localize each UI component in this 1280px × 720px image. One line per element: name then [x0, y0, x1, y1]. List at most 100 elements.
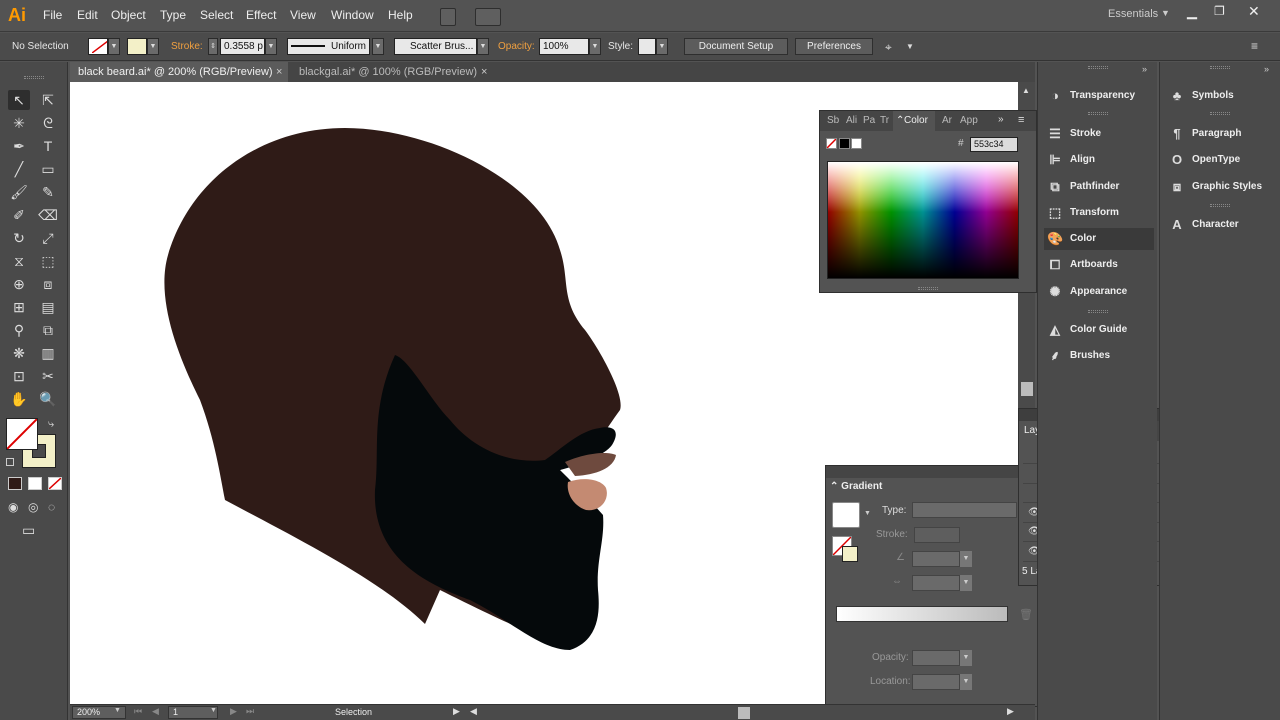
tab-swatches[interactable]: Sb: [827, 115, 839, 126]
menu-select[interactable]: Select: [200, 8, 233, 22]
angle-dropdown[interactable]: ▼: [960, 551, 972, 567]
white-swatch[interactable]: [851, 138, 862, 149]
close-tab-icon[interactable]: ×: [276, 62, 282, 82]
panel-graphic-styles[interactable]: ⧈ Graphic Styles: [1166, 176, 1276, 198]
panel-stroke[interactable]: ☰ Stroke: [1044, 123, 1154, 145]
close-tab-icon[interactable]: ×: [481, 62, 487, 82]
preferences-button[interactable]: Preferences: [795, 38, 873, 55]
scroll-thumb[interactable]: [1021, 382, 1033, 396]
pencil-tool-icon[interactable]: ✎: [37, 182, 59, 202]
panel-menu-icon[interactable]: ≡: [1251, 39, 1258, 53]
variable-width-profile[interactable]: Uniform: [287, 38, 370, 55]
rotate-tool-icon[interactable]: ↻: [8, 228, 30, 248]
status-menu-icon[interactable]: ▶: [453, 706, 460, 717]
collapse-icon[interactable]: »: [1142, 64, 1147, 74]
perspective-grid-tool-icon[interactable]: ⧈: [37, 274, 59, 294]
free-transform-tool-icon[interactable]: ⬚: [37, 251, 59, 271]
paintbrush-tool-icon[interactable]: 🖌: [8, 182, 30, 202]
menu-view[interactable]: View: [290, 8, 316, 22]
chevron-down-icon[interactable]: ▼: [210, 707, 217, 714]
menu-help[interactable]: Help: [388, 8, 413, 22]
panel-grip[interactable]: [24, 76, 44, 79]
stroke-weight-dropdown[interactable]: ▼: [265, 38, 277, 55]
menu-type[interactable]: Type: [160, 8, 186, 22]
panel-transform[interactable]: ⬚ Transform: [1044, 202, 1154, 224]
eyedropper-tool-icon[interactable]: ⚲: [8, 320, 30, 340]
minimize-icon[interactable]: ▁: [1187, 4, 1197, 20]
none-swatch[interactable]: [826, 138, 837, 149]
fill-swatch[interactable]: [88, 38, 108, 55]
angle-field[interactable]: [912, 551, 960, 567]
prev-artboard-icon[interactable]: ◀: [152, 706, 159, 717]
opacity-field[interactable]: 100%: [539, 38, 589, 55]
draw-inside-icon[interactable]: ◌: [48, 500, 55, 514]
black-swatch[interactable]: [839, 138, 850, 149]
delete-stop-icon[interactable]: 🗑: [1019, 608, 1033, 621]
blob-brush-tool-icon[interactable]: ✐: [8, 205, 30, 225]
stroke-label[interactable]: Stroke:: [171, 41, 203, 52]
first-artboard-icon[interactable]: ⏮: [134, 706, 142, 717]
panel-opentype[interactable]: O OpenType: [1166, 149, 1276, 171]
panel-color[interactable]: 🎨 Color: [1044, 228, 1154, 250]
lasso-tool-icon[interactable]: ᘓ: [37, 113, 59, 133]
gradient-type-select[interactable]: [912, 502, 1017, 518]
h-scroll-thumb[interactable]: [738, 707, 750, 719]
panel-color-guide[interactable]: ◭ Color Guide: [1044, 319, 1154, 341]
panel-character[interactable]: A Character: [1166, 214, 1276, 236]
zoom-tool-icon[interactable]: 🔍: [37, 389, 59, 409]
scroll-left-icon[interactable]: ◀: [470, 706, 477, 717]
tab-appearance[interactable]: App: [960, 115, 978, 126]
selection-tool-icon[interactable]: ↖: [8, 90, 30, 110]
opacity-field[interactable]: [912, 650, 960, 666]
panel-pathfinder[interactable]: ⧉ Pathfinder: [1044, 176, 1154, 198]
tab-artboards[interactable]: Ar: [942, 115, 952, 126]
chevron-down-icon[interactable]: ▼: [114, 707, 121, 714]
direct-selection-tool-icon[interactable]: ⇱: [37, 90, 59, 110]
document-setup-button[interactable]: Document Setup: [684, 38, 788, 55]
resize-grip[interactable]: [918, 287, 938, 290]
panel-brushes[interactable]: ⸙ Brushes: [1044, 345, 1154, 367]
column-graph-tool-icon[interactable]: ▥: [37, 343, 59, 363]
style-dropdown[interactable]: ▼: [656, 38, 668, 55]
chevron-down-icon[interactable]: ▼: [864, 510, 871, 517]
last-artboard-icon[interactable]: ⏭: [246, 706, 254, 717]
rectangle-tool-icon[interactable]: ▭: [37, 159, 59, 179]
line-tool-icon[interactable]: ╱: [8, 159, 30, 179]
gradient-preview[interactable]: [832, 502, 860, 528]
location-dropdown[interactable]: ▼: [960, 674, 972, 690]
hand-tool-icon[interactable]: ✋: [8, 389, 30, 409]
shape-builder-tool-icon[interactable]: ⊕: [8, 274, 30, 294]
color-spectrum[interactable]: [827, 161, 1019, 279]
pen-tool-icon[interactable]: ✒: [8, 136, 30, 156]
chevron-down-icon[interactable]: ▼: [906, 42, 914, 51]
bridge-button[interactable]: [440, 8, 456, 26]
stroke-color-dropdown[interactable]: ▼: [147, 38, 159, 55]
gradient-mode-button[interactable]: [28, 477, 42, 490]
none-mode-button[interactable]: [48, 477, 62, 490]
next-artboard-icon[interactable]: ▶: [230, 706, 237, 717]
menu-object[interactable]: Object: [111, 8, 146, 22]
tab-blackgal[interactable]: blackgal.ai* @ 100% (RGB/Preview) ×: [291, 62, 491, 82]
panel-symbols[interactable]: ♣ Symbols: [1166, 85, 1276, 107]
blend-tool-icon[interactable]: ⧉: [37, 320, 59, 340]
opacity-dropdown[interactable]: ▼: [589, 38, 601, 55]
artboard-tool-icon[interactable]: ⊡: [8, 366, 30, 386]
panel-align[interactable]: ⊫ Align: [1044, 149, 1154, 171]
panel-menu-icon[interactable]: ≡: [1018, 114, 1024, 126]
close-window-icon[interactable]: ✕: [1248, 3, 1260, 20]
eraser-tool-icon[interactable]: ⌫: [37, 205, 59, 225]
tab-color[interactable]: ⌃ Color: [893, 111, 935, 131]
mesh-tool-icon[interactable]: ⊞: [8, 297, 30, 317]
location-field[interactable]: [912, 674, 960, 690]
tab-align[interactable]: Ali: [846, 115, 857, 126]
menu-window[interactable]: Window: [331, 8, 374, 22]
stroke-box[interactable]: [842, 546, 858, 562]
symbol-sprayer-tool-icon[interactable]: ❋: [8, 343, 30, 363]
workspace-switcher[interactable]: Essentials: [1108, 8, 1158, 20]
default-colors-icon[interactable]: [6, 458, 14, 466]
stroke-stepper[interactable]: ⇕: [208, 38, 218, 55]
magic-wand-tool-icon[interactable]: ✳: [8, 113, 30, 133]
opacity-dropdown[interactable]: ▼: [960, 650, 972, 666]
opacity-label[interactable]: Opacity:: [498, 41, 535, 52]
stroke-weight-field[interactable]: 0.3558 p: [220, 38, 265, 55]
